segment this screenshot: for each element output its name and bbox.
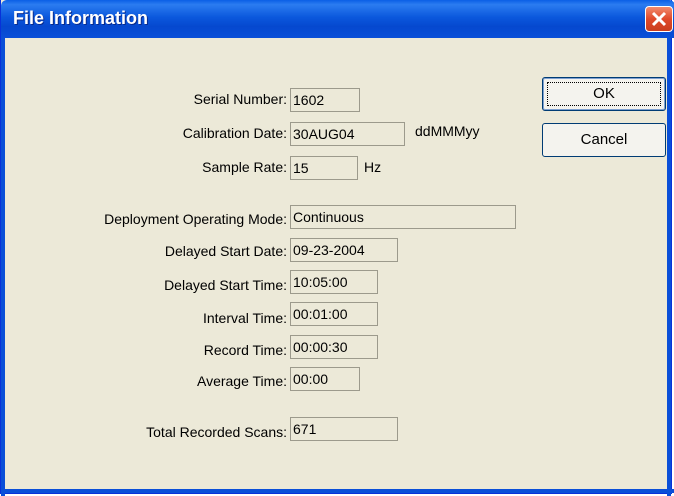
title-bar[interactable]: File Information bbox=[1, 0, 674, 38]
sample-rate-label: Sample Rate: bbox=[202, 159, 287, 175]
record-time-label: Record Time: bbox=[203, 342, 287, 358]
date-format-hint: ddMMMyy bbox=[415, 123, 480, 139]
window-border-left bbox=[1, 38, 5, 496]
delayed-start-date-label: Delayed Start Date: bbox=[164, 243, 287, 259]
interval-time-label: Interval Time: bbox=[202, 310, 287, 326]
close-button[interactable] bbox=[645, 6, 673, 32]
sample-rate-field: 15 bbox=[290, 156, 358, 180]
record-time-field: 00:00:30 bbox=[290, 335, 378, 359]
serial-number-label: Serial Number: bbox=[193, 91, 287, 107]
delayed-start-date-field: 09-23-2004 bbox=[290, 238, 398, 262]
ok-button[interactable]: OK bbox=[542, 77, 666, 111]
average-time-label: Average Time: bbox=[196, 373, 287, 389]
deployment-operating-mode-field: Continuous bbox=[290, 205, 516, 229]
total-recorded-scans-field: 671 bbox=[290, 417, 398, 441]
delayed-start-time-field: 10:05:00 bbox=[290, 270, 378, 294]
calibration-date-field: 30AUG04 bbox=[290, 122, 405, 146]
window-border-right bbox=[667, 38, 671, 496]
file-information-dialog: File Information Serial Number: 1602 Cal… bbox=[0, 0, 674, 496]
sample-rate-unit: Hz bbox=[364, 159, 382, 175]
total-recorded-scans-label: Total Recorded Scans: bbox=[146, 424, 287, 440]
delayed-start-time-label: Delayed Start Time: bbox=[164, 277, 287, 293]
average-time-field: 00:00 bbox=[290, 367, 360, 391]
cancel-button-label: Cancel bbox=[580, 131, 628, 148]
ok-button-label: OK bbox=[593, 85, 615, 102]
window-title: File Information bbox=[13, 8, 148, 28]
interval-time-field: 00:01:00 bbox=[290, 302, 378, 326]
deployment-operating-mode-label: Deployment Operating Mode: bbox=[104, 211, 287, 227]
close-icon bbox=[651, 11, 667, 27]
serial-number-field: 1602 bbox=[290, 88, 360, 112]
cancel-button[interactable]: Cancel bbox=[542, 123, 666, 157]
calibration-date-label: Calibration Date: bbox=[182, 125, 287, 141]
window-border-bottom bbox=[1, 489, 674, 493]
